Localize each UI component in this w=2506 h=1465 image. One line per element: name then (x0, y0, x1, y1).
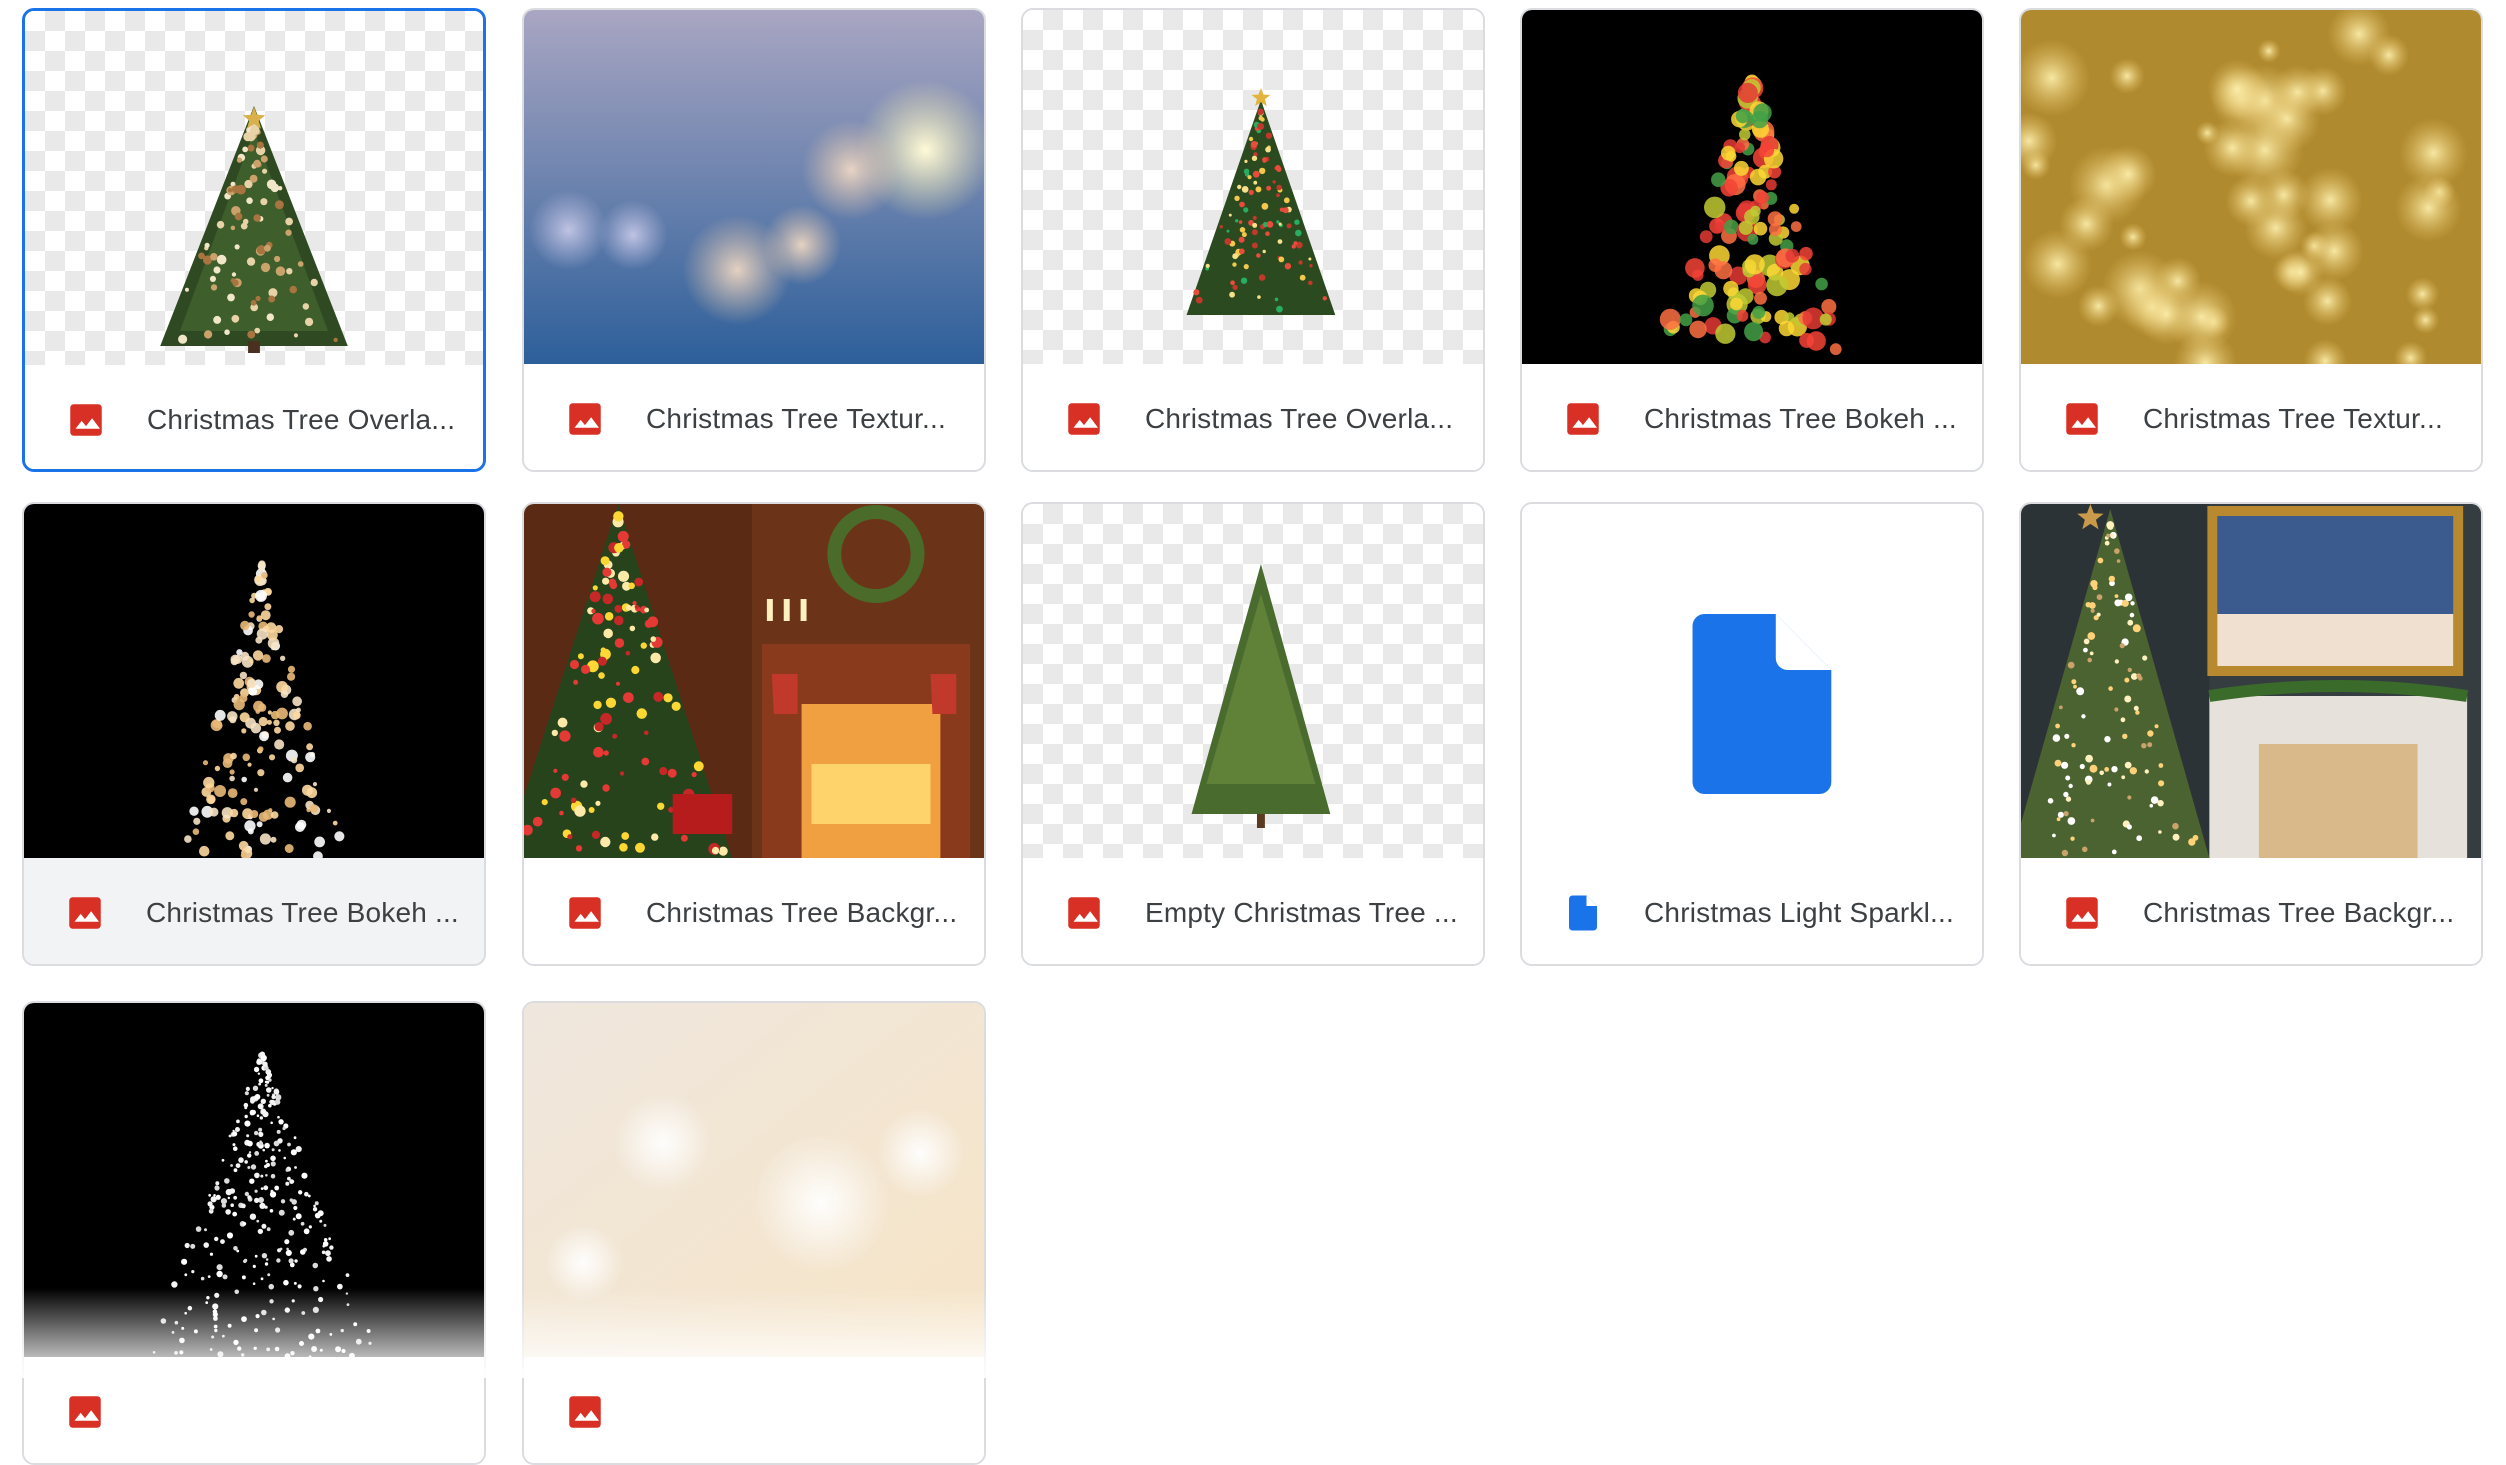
image-file-icon (2061, 892, 2103, 934)
file-label-bar: Christmas Tree Backgr... (2021, 858, 2481, 964)
image-file-icon (1063, 398, 1105, 440)
file-card[interactable]: Empty Christmas Tree ... (1021, 502, 1485, 966)
file-card[interactable]: Christmas Tree Backgr... (2019, 502, 2483, 966)
file-card[interactable]: Christmas Tree Overla... (1021, 8, 1485, 472)
file-name: Christmas Tree Bokeh ... (146, 897, 459, 928)
file-card[interactable]: Christmas Tree Textur... (522, 8, 986, 472)
file-label-bar: Christmas Light Sparkl... (1522, 858, 1982, 964)
file-thumbnail (2021, 10, 2481, 364)
file-label-bar: Christmas Tree Bokeh ... (1522, 364, 1982, 470)
file-card[interactable]: Christmas Tree Backgr... (522, 502, 986, 966)
file-name: Christmas Tree Backgr... (2143, 897, 2455, 928)
image-file-icon (564, 892, 606, 934)
file-label-bar (24, 1357, 484, 1463)
image-file-icon (1562, 398, 1604, 440)
file-card[interactable]: Christmas Light Sparkl... (1520, 502, 1984, 966)
file-label-bar: Christmas Tree Overla... (1023, 364, 1483, 470)
file-card[interactable] (22, 1001, 486, 1465)
file-name: Christmas Tree Textur... (2143, 403, 2443, 434)
file-thumbnail (524, 1003, 984, 1357)
file-card[interactable]: Christmas Tree Bokeh ... (1520, 8, 1984, 472)
file-thumbnail (24, 504, 484, 858)
image-file-icon (1063, 892, 1105, 934)
file-thumbnail (2021, 504, 2481, 858)
file-label-bar: Christmas Tree Bokeh ... (24, 858, 484, 964)
file-label-bar: Christmas Tree Textur... (2021, 364, 2481, 470)
file-thumbnail (524, 504, 984, 858)
file-name: Christmas Tree Overla... (1145, 403, 1454, 434)
file-thumbnail (24, 1003, 484, 1357)
image-file-icon (564, 398, 606, 440)
file-thumbnail (1023, 504, 1483, 858)
file-card[interactable] (522, 1001, 986, 1465)
file-name: Empty Christmas Tree ... (1145, 897, 1458, 928)
file-thumbnail (1522, 504, 1982, 858)
file-label-bar: Christmas Tree Textur... (524, 364, 984, 470)
document-file-icon (1562, 892, 1604, 934)
file-name: Christmas Light Sparkl... (1644, 897, 1954, 928)
file-name: Christmas Tree Backgr... (646, 897, 958, 928)
file-card[interactable]: Christmas Tree Overla... (22, 8, 486, 472)
image-file-icon (64, 1391, 106, 1433)
file-card[interactable]: Christmas Tree Bokeh ... (22, 502, 486, 966)
file-thumbnail (524, 10, 984, 364)
image-file-icon (64, 892, 106, 934)
file-label-bar (524, 1357, 984, 1463)
file-thumbnail (1522, 10, 1982, 364)
file-grid: Christmas Tree Overla... Christmas Tree … (0, 0, 2506, 1465)
file-name: Christmas Tree Bokeh ... (1644, 403, 1957, 434)
image-file-icon (2061, 398, 2103, 440)
file-thumbnail (1023, 10, 1483, 364)
file-name: Christmas Tree Textur... (646, 403, 946, 434)
file-label-bar: Christmas Tree Backgr... (524, 858, 984, 964)
image-file-icon (65, 399, 107, 441)
file-card[interactable]: Christmas Tree Textur... (2019, 8, 2483, 472)
file-name: Christmas Tree Overla... (147, 404, 456, 435)
image-file-icon (564, 1391, 606, 1433)
file-thumbnail (25, 11, 483, 365)
file-label-bar: Empty Christmas Tree ... (1023, 858, 1483, 964)
file-label-bar: Christmas Tree Overla... (25, 365, 483, 469)
